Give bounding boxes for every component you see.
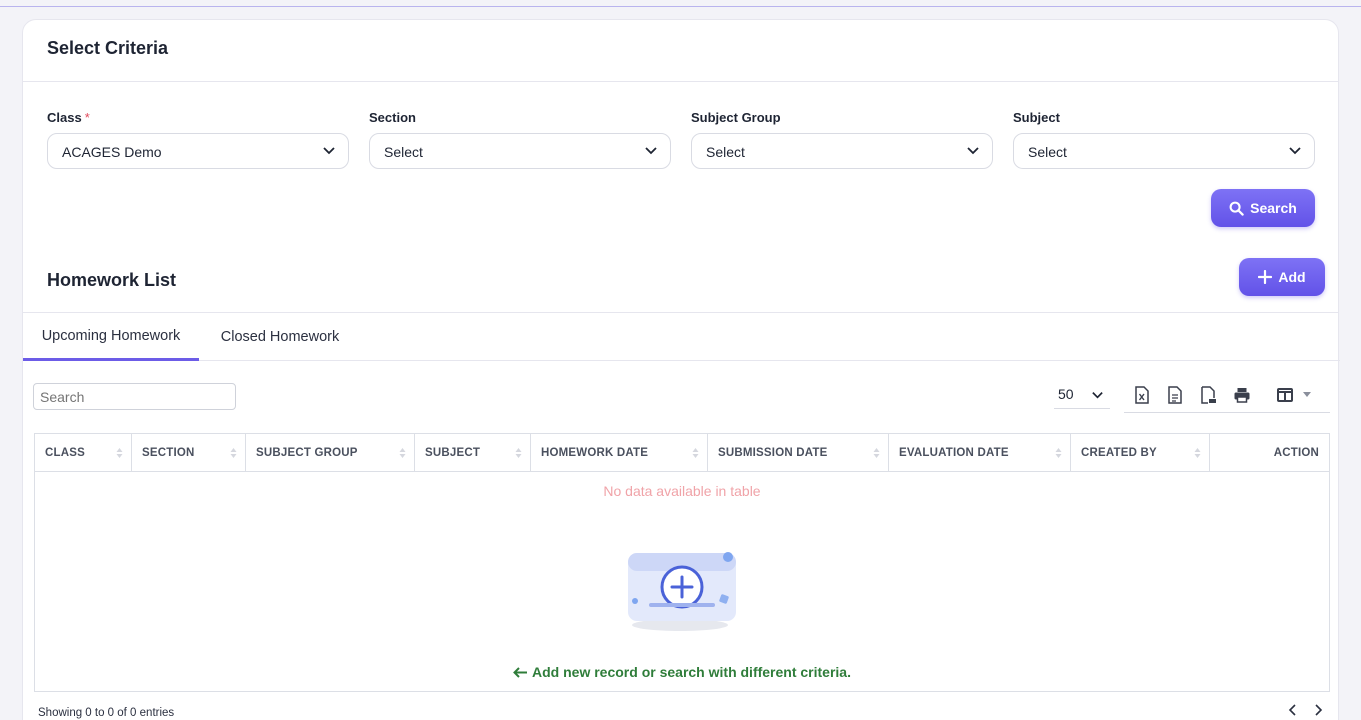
add-button-label: Add — [1278, 269, 1306, 285]
top-border — [0, 6, 1361, 7]
divider — [199, 360, 1340, 361]
column-header-action: ACTION — [1209, 433, 1330, 472]
no-data-text: No data available in table — [603, 483, 761, 499]
search-button-label: Search — [1250, 200, 1297, 216]
section-select[interactable]: Select — [369, 133, 671, 169]
column-header-created-by[interactable]: CREATED BY — [1070, 433, 1210, 472]
sort-icon — [1055, 448, 1062, 458]
chevron-left-icon — [1288, 704, 1296, 716]
subject-group-select[interactable]: Select — [691, 133, 993, 169]
class-label: Class * — [47, 110, 90, 125]
column-header-evaluation-date[interactable]: EVALUATION DATE — [888, 433, 1071, 472]
add-button[interactable]: Add — [1239, 258, 1325, 296]
section-label: Section — [369, 110, 416, 125]
column-header-section[interactable]: SECTION — [131, 433, 246, 472]
column-header-homework-date[interactable]: HOMEWORK DATE — [530, 433, 708, 472]
homework-card: Select Criteria Class * ACAGES Demo Secti… — [22, 19, 1340, 720]
sort-icon — [230, 448, 237, 458]
sort-icon — [1194, 448, 1201, 458]
column-header-class[interactable]: CLASS — [34, 433, 132, 472]
chevron-down-icon — [323, 147, 335, 155]
sort-icon — [515, 448, 522, 458]
sort-icon — [116, 448, 123, 458]
subject-select-value: Select — [1028, 144, 1067, 160]
column-label: CREATED BY — [1081, 446, 1157, 459]
empty-row: No data available in table Add new recor… — [35, 472, 1330, 692]
section-select-value: Select — [384, 144, 423, 160]
column-label: ACTION — [1273, 446, 1319, 459]
column-header-subject[interactable]: SUBJECT — [414, 433, 531, 472]
column-header-subject-group[interactable]: SUBJECT GROUP — [245, 433, 415, 472]
column-label: CLASS — [45, 446, 85, 459]
sort-icon — [692, 448, 699, 458]
class-select-value: ACAGES Demo — [62, 144, 162, 160]
subject-group-select-value: Select — [706, 144, 745, 160]
class-select[interactable]: ACAGES Demo — [47, 133, 349, 169]
plus-icon — [1258, 270, 1273, 284]
subject-select[interactable]: Select — [1013, 133, 1315, 169]
previous-page-button[interactable] — [1288, 703, 1298, 719]
tab-closed-homework[interactable]: Closed Homework — [199, 313, 361, 361]
chevron-right-icon — [1315, 704, 1323, 716]
export-toolbar — [1124, 380, 1330, 413]
search-icon — [1229, 201, 1244, 216]
per-page-value: 50 — [1058, 386, 1074, 402]
chevron-down-icon — [1289, 147, 1301, 155]
excel-export-icon[interactable] — [1134, 386, 1150, 404]
column-label: EVALUATION DATE — [899, 446, 1009, 459]
column-label: SUBMISSION DATE — [718, 446, 828, 459]
table-header-row: CLASS SECTION SUBJECT GROUP SUBJECT HOME… — [34, 433, 1330, 472]
chevron-down-icon — [967, 147, 979, 155]
arrow-left-icon — [513, 667, 528, 678]
add-record-hint[interactable]: Add new record or search with different … — [35, 664, 1329, 680]
empty-folder-illustration-icon — [628, 552, 736, 631]
search-button[interactable]: Search — [1211, 189, 1315, 227]
caret-down-icon[interactable] — [1302, 386, 1312, 404]
chevron-down-icon — [645, 147, 657, 155]
sort-icon — [399, 448, 406, 458]
column-header-submission-date[interactable]: SUBMISSION DATE — [707, 433, 889, 472]
subject-label: Subject — [1013, 110, 1060, 125]
divider — [23, 81, 1338, 82]
column-label: SUBJECT GROUP — [256, 446, 358, 459]
column-label: HOMEWORK DATE — [541, 446, 649, 459]
pdf-export-icon[interactable] — [1200, 386, 1216, 404]
entries-info: Showing 0 to 0 of 0 entries — [38, 707, 175, 719]
column-label: SECTION — [142, 446, 195, 459]
chevron-down-icon — [1092, 392, 1103, 399]
columns-icon[interactable] — [1277, 386, 1293, 404]
add-record-hint-text: Add new record or search with different … — [532, 664, 851, 680]
print-icon[interactable] — [1233, 386, 1251, 404]
column-label: SUBJECT — [425, 446, 481, 459]
homework-table: CLASS SECTION SUBJECT GROUP SUBJECT HOME… — [34, 433, 1330, 692]
empty-cell: No data available in table Add new recor… — [35, 472, 1330, 692]
criteria-title: Select Criteria — [47, 38, 169, 58]
csv-export-icon[interactable] — [1167, 386, 1183, 404]
sort-icon — [873, 448, 880, 458]
next-page-button[interactable] — [1313, 703, 1323, 719]
homework-list-title: Homework List — [47, 270, 177, 290]
tab-upcoming-homework[interactable]: Upcoming Homework — [23, 313, 199, 361]
subject-group-label: Subject Group — [691, 110, 781, 125]
per-page-select[interactable]: 50 — [1054, 380, 1110, 409]
table-search-input[interactable] — [33, 383, 236, 410]
